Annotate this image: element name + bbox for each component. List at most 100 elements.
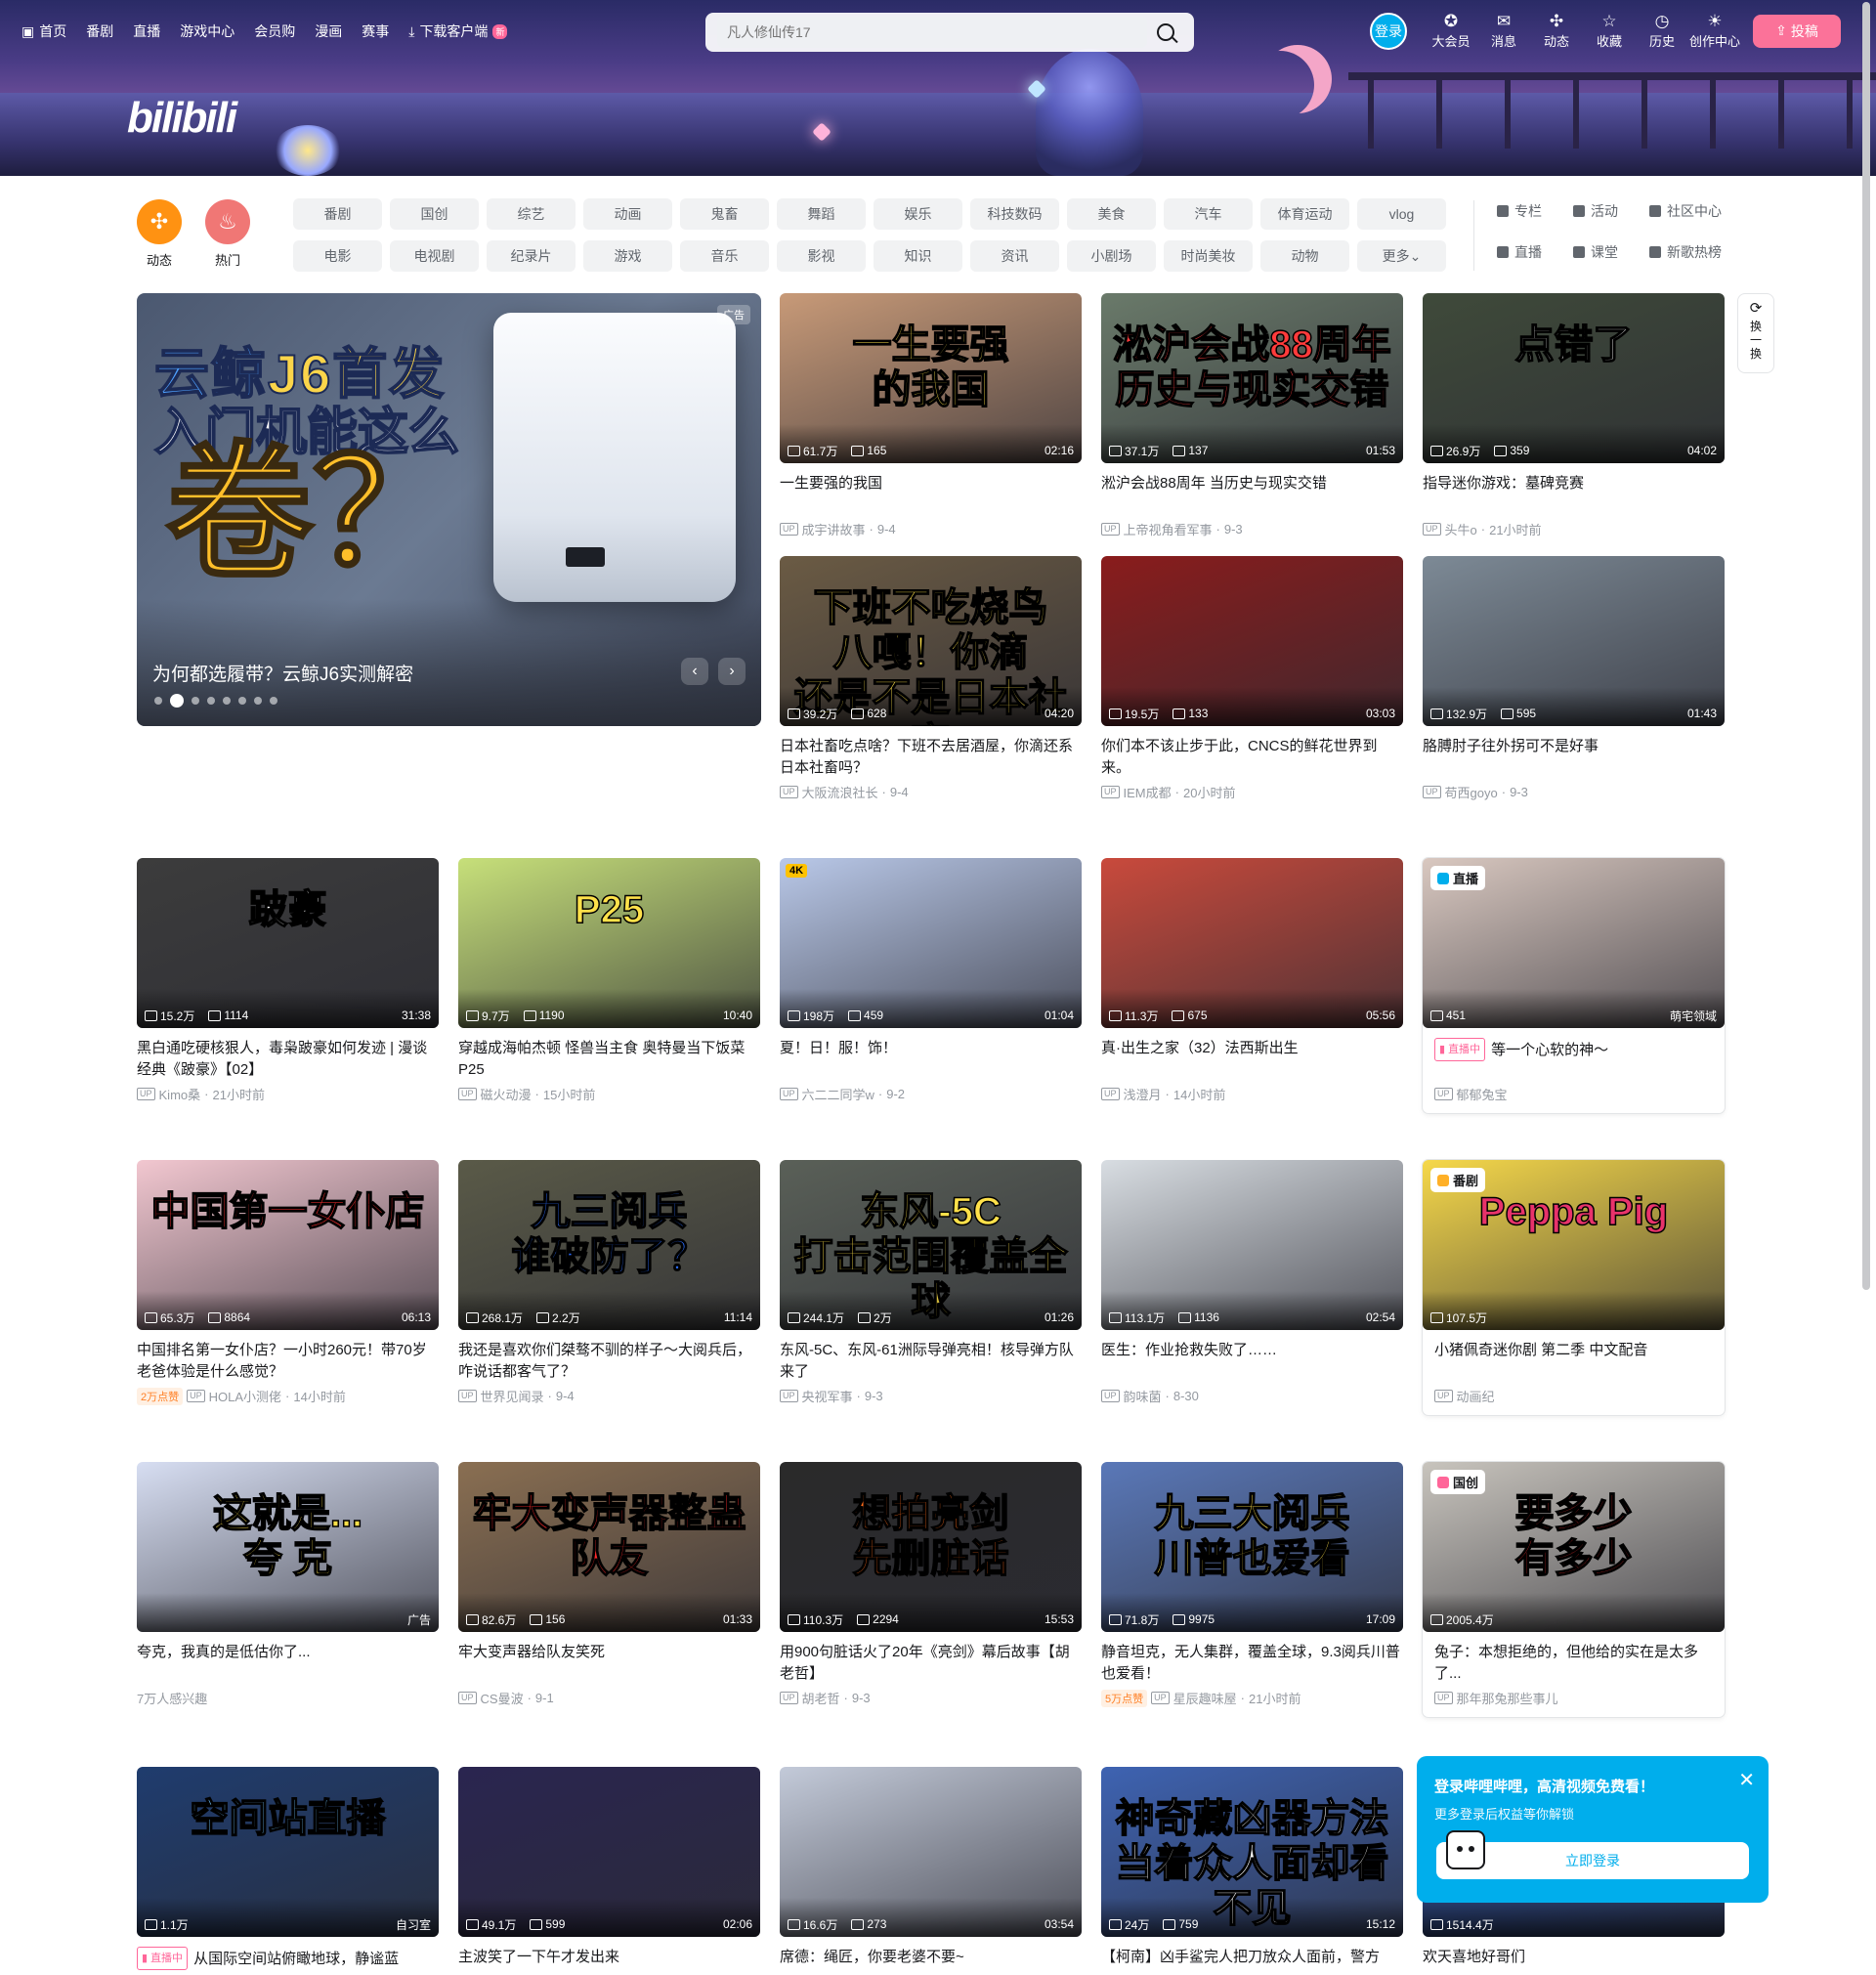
uploader-info[interactable]: UP 央视军事 · 9-3 (780, 1387, 1082, 1405)
video-title[interactable]: 席德：绳匠，你要老婆不要~ (780, 1947, 1082, 1975)
video-card[interactable]: 4K 198万 459 01:04 夏！日！服！饰！ UP 六二二同学w · 9-2 (780, 858, 1082, 1103)
video-thumbnail[interactable]: 神奇藏凶器方法 当着众人面却看不见24万75915:12 (1101, 1767, 1403, 1937)
channel-chip[interactable]: 体育运动 (1260, 198, 1349, 230)
video-card[interactable]: 点错了 26.9万 359 04:02 指导迷你游戏：墓碑竞赛 UP 头牛o · 21小时前 (1423, 293, 1725, 538)
channel-chip[interactable]: 更多 ⌄ (1357, 240, 1446, 272)
video-card[interactable]: 神奇藏凶器方法 当着众人面却看不见24万75915:12【柯南】凶手鲨完人把刀放… (1101, 1767, 1403, 1975)
uploader-name[interactable]: IEM成都 (1124, 783, 1172, 801)
search-icon[interactable] (1157, 23, 1174, 41)
uploader-name[interactable]: CS曼波 (481, 1689, 524, 1707)
video-card[interactable]: 16.6万 273 03:54 席德：绳匠，你要老婆不要~ (780, 1767, 1082, 1975)
uploader-info[interactable]: 5万点赞 UP 星辰趣味屋 · 21小时前 (1101, 1689, 1403, 1707)
side-link[interactable]: 专栏 (1497, 201, 1573, 221)
nav-mall[interactable]: 会员购 (254, 21, 295, 41)
video-thumbnail[interactable]: 19.5万 133 03:03 (1101, 556, 1403, 726)
uploader-info[interactable]: UP Kimo桑 · 21小时前 (137, 1085, 439, 1103)
login-avatar-button[interactable]: 登录 (1370, 12, 1407, 50)
video-card[interactable]: 直播 451 萌宅领域 ▮ 直播中 等一个心软的神～ UP 郁郁兔宝 (1423, 858, 1725, 1113)
side-link[interactable]: 社区中心 (1649, 201, 1757, 221)
dynamic-link[interactable]: ✣ 动态 (1530, 12, 1583, 50)
video-title[interactable]: 小猪佩奇迷你剧 第二季 中文配音 (1423, 1340, 1725, 1383)
video-thumbnail[interactable]: 想拍亮剑 先删脏话 110.3万 2294 15:53 (780, 1462, 1082, 1632)
uploader-info[interactable]: UP 头牛o · 21小时前 (1423, 520, 1725, 538)
video-title[interactable]: 穿越成海帕杰顿 怪兽当主食 奥特曼当下饭菜P25 (458, 1038, 760, 1081)
refresh-button[interactable]: ⟳ 换 一 换 (1737, 293, 1774, 373)
bilibili-logo[interactable]: bilibili (127, 94, 237, 143)
video-title[interactable]: 兔子：本想拒绝的，但他给的实在是太多了... (1423, 1642, 1725, 1685)
channel-chip[interactable]: 时尚美妆 (1164, 240, 1253, 272)
video-title[interactable]: 静音坦克，无人集群，覆盖全球，9.3阅兵川普也爱看！ (1101, 1642, 1403, 1685)
uploader-name[interactable]: Kimo桑 (159, 1085, 201, 1103)
video-title[interactable]: 医生：作业抢救失败了…… (1101, 1340, 1403, 1383)
video-title[interactable]: 牢大变声器给队友笑死 (458, 1642, 760, 1685)
uploader-info[interactable]: 7万人感兴趣 (137, 1689, 439, 1707)
nav-download[interactable]: ⤓ 下载客户端 新 (408, 21, 508, 41)
video-title[interactable]: 真·出生之家（32）法西斯出生 (1101, 1038, 1403, 1081)
video-title[interactable]: 黑白通吃硬核狠人，毒枭跛豪如何发迹 | 漫谈经典《跛豪》【02】 (137, 1038, 439, 1081)
carousel-dot[interactable] (192, 697, 199, 705)
uploader-info[interactable]: UP 那年那兔那些事儿 (1423, 1689, 1725, 1707)
video-card[interactable]: 下班不吃烧鸟 八嘎！你滴 还是不是日本社畜39.2万62804:20日本社畜吃点… (780, 556, 1082, 801)
video-thumbnail[interactable]: 直播 451 萌宅领域 (1423, 858, 1725, 1028)
channel-chip[interactable]: vlog (1357, 198, 1446, 230)
video-title[interactable]: 用900句脏话火了20年《亮剑》幕后故事【胡老哲】 (780, 1642, 1082, 1685)
channel-chip[interactable]: 纪录片 (487, 240, 576, 272)
uploader-name[interactable]: 动画纪 (1457, 1387, 1495, 1405)
nav-home[interactable]: ▣ 首页 (21, 21, 66, 41)
channel-chip[interactable]: 小剧场 (1067, 240, 1156, 272)
video-card[interactable]: P25 9.7万 1190 10:40 穿越成海帕杰顿 怪兽当主食 奥特曼当下饭菜P25… (458, 858, 760, 1103)
uploader-name[interactable]: 六二二同学w (802, 1085, 874, 1103)
video-card[interactable]: Peppa Pig 番剧 107.5万小猪佩奇迷你剧 第二季 中文配音 UP 动画纪 (1423, 1160, 1725, 1415)
channel-chip[interactable]: 鬼畜 (680, 198, 769, 230)
video-card[interactable]: 九三大阅兵 川普也爱看 71.8万 9975 17:09 静音坦克，无人集群，覆盖全球，… (1101, 1462, 1403, 1707)
channel-hot[interactable]: ♨ 热门 (205, 199, 250, 269)
uploader-info[interactable]: UP 上帝视角看军事 · 9-3 (1101, 520, 1403, 538)
uploader-name[interactable]: 磁火动漫 (481, 1085, 532, 1103)
video-thumbnail[interactable]: 点错了 26.9万 359 04:02 (1423, 293, 1725, 463)
video-thumbnail[interactable]: Peppa Pig 番剧 107.5万 (1423, 1160, 1725, 1330)
carousel-dot[interactable] (170, 694, 184, 708)
video-card[interactable]: 九三阅兵 谁破防了？ 268.1万 2.2万 11:14 我还是喜欢你们桀骜不驯的样子～… (458, 1160, 760, 1405)
uploader-info[interactable]: UP 大阪流浪社长 · 9-4 (780, 783, 1082, 801)
history-link[interactable]: ◷ 历史 (1636, 12, 1688, 50)
video-title[interactable]: 夏！日！服！饰！ (780, 1038, 1082, 1081)
uploader-info[interactable]: UP 动画纪 (1423, 1387, 1725, 1405)
uploader-name[interactable]: 央视军事 (802, 1387, 853, 1405)
channel-chip[interactable]: 影视 (777, 240, 866, 272)
channel-chip[interactable]: 音乐 (680, 240, 769, 272)
nav-anime[interactable]: 番剧 (86, 21, 113, 41)
video-thumbnail[interactable]: 跛豪 15.2万 1114 31:38 (137, 858, 439, 1028)
video-title[interactable]: 你们本不该止步于此，CNCS的鲜花世界到来。 (1101, 736, 1403, 779)
video-card[interactable]: 东风-5C 打击范围覆盖全球244.1万2万01:26东风-5C、东风-61洲际… (780, 1160, 1082, 1405)
video-thumbnail[interactable]: 要多少 有多少 国创 2005.4万 (1423, 1462, 1725, 1632)
video-title[interactable]: ▮ 直播中 从国际空间站俯瞰地球，静谧蓝 (137, 1947, 439, 1975)
video-card[interactable]: 11.3万 675 05:56 真·出生之家（32）法西斯出生 UP 浅澄月 · 14小时前 (1101, 858, 1403, 1103)
video-title[interactable]: 夸克，我真的是低估你了... (137, 1642, 439, 1685)
uploader-info[interactable]: UP 磁火动漫 · 15小时前 (458, 1085, 760, 1103)
uploader-name[interactable]: 头牛o (1445, 520, 1477, 538)
uploader-name[interactable]: 星辰趣味屋 (1173, 1689, 1237, 1707)
video-thumbnail[interactable]: 空间站直播 1.1万 自习室 (137, 1767, 439, 1937)
scrollbar[interactable] (1862, 2, 1870, 1290)
uploader-name[interactable]: 成宇讲故事 (802, 520, 866, 538)
carousel-dot[interactable] (154, 697, 162, 705)
carousel-dot[interactable] (238, 697, 246, 705)
side-link[interactable]: 课堂 (1573, 242, 1649, 262)
channel-chip[interactable]: 汽车 (1164, 198, 1253, 230)
uploader-name[interactable]: 那年那兔那些事儿 (1457, 1689, 1558, 1707)
video-thumbnail[interactable]: 九三阅兵 谁破防了？ 268.1万 2.2万 11:14 (458, 1160, 760, 1330)
video-card[interactable]: 空间站直播 1.1万 自习室 ▮ 直播中 从国际空间站俯瞰地球，静谧蓝 (137, 1767, 439, 1975)
uploader-name[interactable]: 世界见闻录 (481, 1387, 544, 1405)
side-link[interactable]: 直播 (1497, 242, 1573, 262)
video-title[interactable]: 欢天喜地好哥们 (1423, 1947, 1725, 1975)
channel-chip[interactable]: 舞蹈 (777, 198, 866, 230)
video-title[interactable]: 东风-5C、东风-61洲际导弹亮相！核导弹方队来了 (780, 1340, 1082, 1383)
upload-button[interactable]: ⇪ 投稿 (1753, 14, 1841, 48)
nav-game-center[interactable]: 游戏中心 (180, 21, 234, 41)
uploader-name[interactable]: HOLA小测佬 (209, 1387, 281, 1405)
uploader-info[interactable]: UP 韵味菌 · 8-30 (1101, 1387, 1403, 1405)
channel-chip[interactable]: 科技数码 (970, 198, 1059, 230)
channel-chip[interactable]: 国创 (390, 198, 479, 230)
video-title[interactable]: 一生要强的我国 (780, 473, 1082, 516)
channel-chip[interactable]: 动画 (583, 198, 672, 230)
